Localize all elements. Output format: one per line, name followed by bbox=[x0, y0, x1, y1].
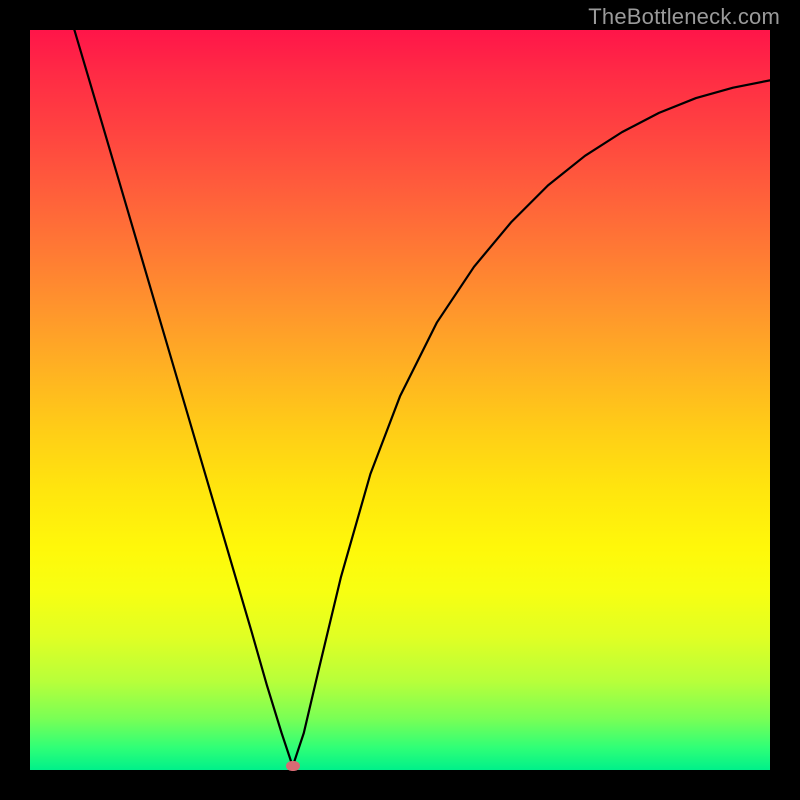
curve-svg bbox=[30, 30, 770, 770]
chart-frame: TheBottleneck.com bbox=[0, 0, 800, 800]
minimum-marker bbox=[286, 761, 300, 771]
bottleneck-curve bbox=[74, 30, 770, 766]
watermark-text: TheBottleneck.com bbox=[588, 4, 780, 30]
plot-area bbox=[30, 30, 770, 770]
